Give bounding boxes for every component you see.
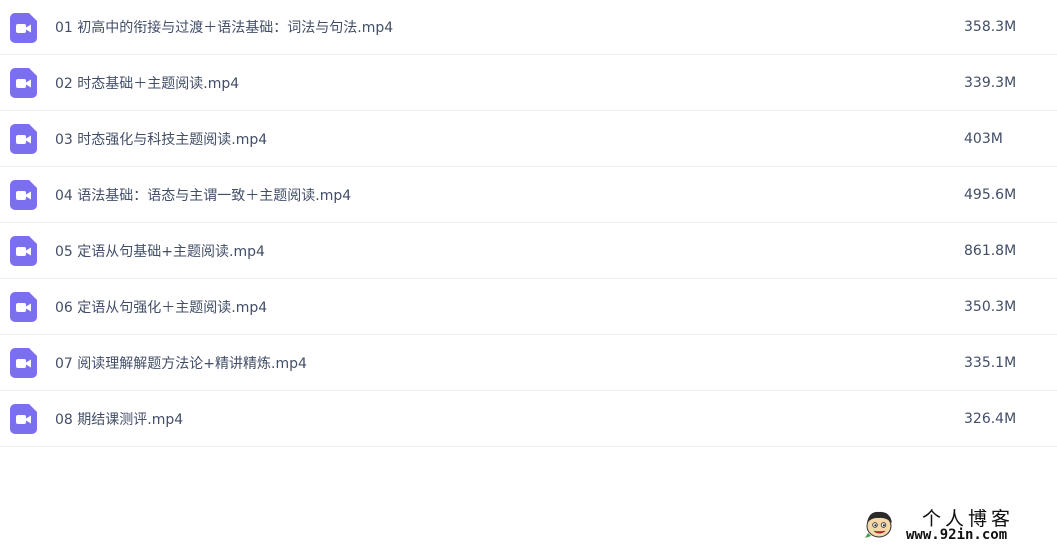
file-row[interactable]: 02 时态基础＋主题阅读.mp4 339.3M xyxy=(0,55,1057,111)
cartoon-avatar-icon xyxy=(865,511,892,538)
file-name[interactable]: 06 定语从句强化＋主题阅读.mp4 xyxy=(55,279,267,334)
file-row[interactable]: 01 初高中的衔接与过渡＋语法基础：词法与句法.mp4 358.3M xyxy=(0,0,1057,55)
video-file-icon xyxy=(10,124,37,154)
file-row[interactable]: 03 时态强化与科技主题阅读.mp4 403M xyxy=(0,111,1057,167)
video-file-icon xyxy=(10,404,37,434)
file-name[interactable]: 03 时态强化与科技主题阅读.mp4 xyxy=(55,111,267,166)
file-name[interactable]: 04 语法基础：语态与主谓一致＋主题阅读.mp4 xyxy=(55,167,351,222)
file-name[interactable]: 07 阅读理解解题方法论+精讲精炼.mp4 xyxy=(55,335,307,390)
file-row[interactable]: 06 定语从句强化＋主题阅读.mp4 350.3M xyxy=(0,279,1057,335)
file-size: 403M xyxy=(964,130,1003,147)
file-row[interactable]: 08 期结课测评.mp4 326.4M xyxy=(0,391,1057,447)
video-file-icon xyxy=(10,292,37,322)
file-size: 335.1M xyxy=(964,354,1017,371)
file-size: 339.3M xyxy=(964,74,1017,91)
video-file-icon xyxy=(10,180,37,210)
video-file-icon xyxy=(10,68,37,98)
blog-watermark: 个人博客 www.92in.com xyxy=(862,504,1052,544)
video-file-icon xyxy=(10,348,37,378)
video-file-icon xyxy=(10,236,37,266)
video-file-icon xyxy=(10,13,37,43)
file-row[interactable]: 05 定语从句基础+主题阅读.mp4 861.8M xyxy=(0,223,1057,279)
file-name[interactable]: 01 初高中的衔接与过渡＋语法基础：词法与句法.mp4 xyxy=(55,0,393,54)
file-row[interactable]: 07 阅读理解解题方法论+精讲精炼.mp4 335.1M xyxy=(0,335,1057,391)
file-size: 358.3M xyxy=(964,19,1017,35)
file-size: 350.3M xyxy=(964,298,1017,315)
watermark-url: www.92in.com xyxy=(906,527,1008,543)
file-list: 01 初高中的衔接与过渡＋语法基础：词法与句法.mp4 358.3M 02 时态… xyxy=(0,0,1057,447)
file-size: 861.8M xyxy=(964,242,1017,259)
file-size: 326.4M xyxy=(964,410,1017,427)
file-name[interactable]: 05 定语从句基础+主题阅读.mp4 xyxy=(55,223,265,278)
file-size: 495.6M xyxy=(964,186,1017,203)
file-row[interactable]: 04 语法基础：语态与主谓一致＋主题阅读.mp4 495.6M xyxy=(0,167,1057,223)
file-name[interactable]: 08 期结课测评.mp4 xyxy=(55,391,183,446)
file-name[interactable]: 02 时态基础＋主题阅读.mp4 xyxy=(55,55,239,110)
